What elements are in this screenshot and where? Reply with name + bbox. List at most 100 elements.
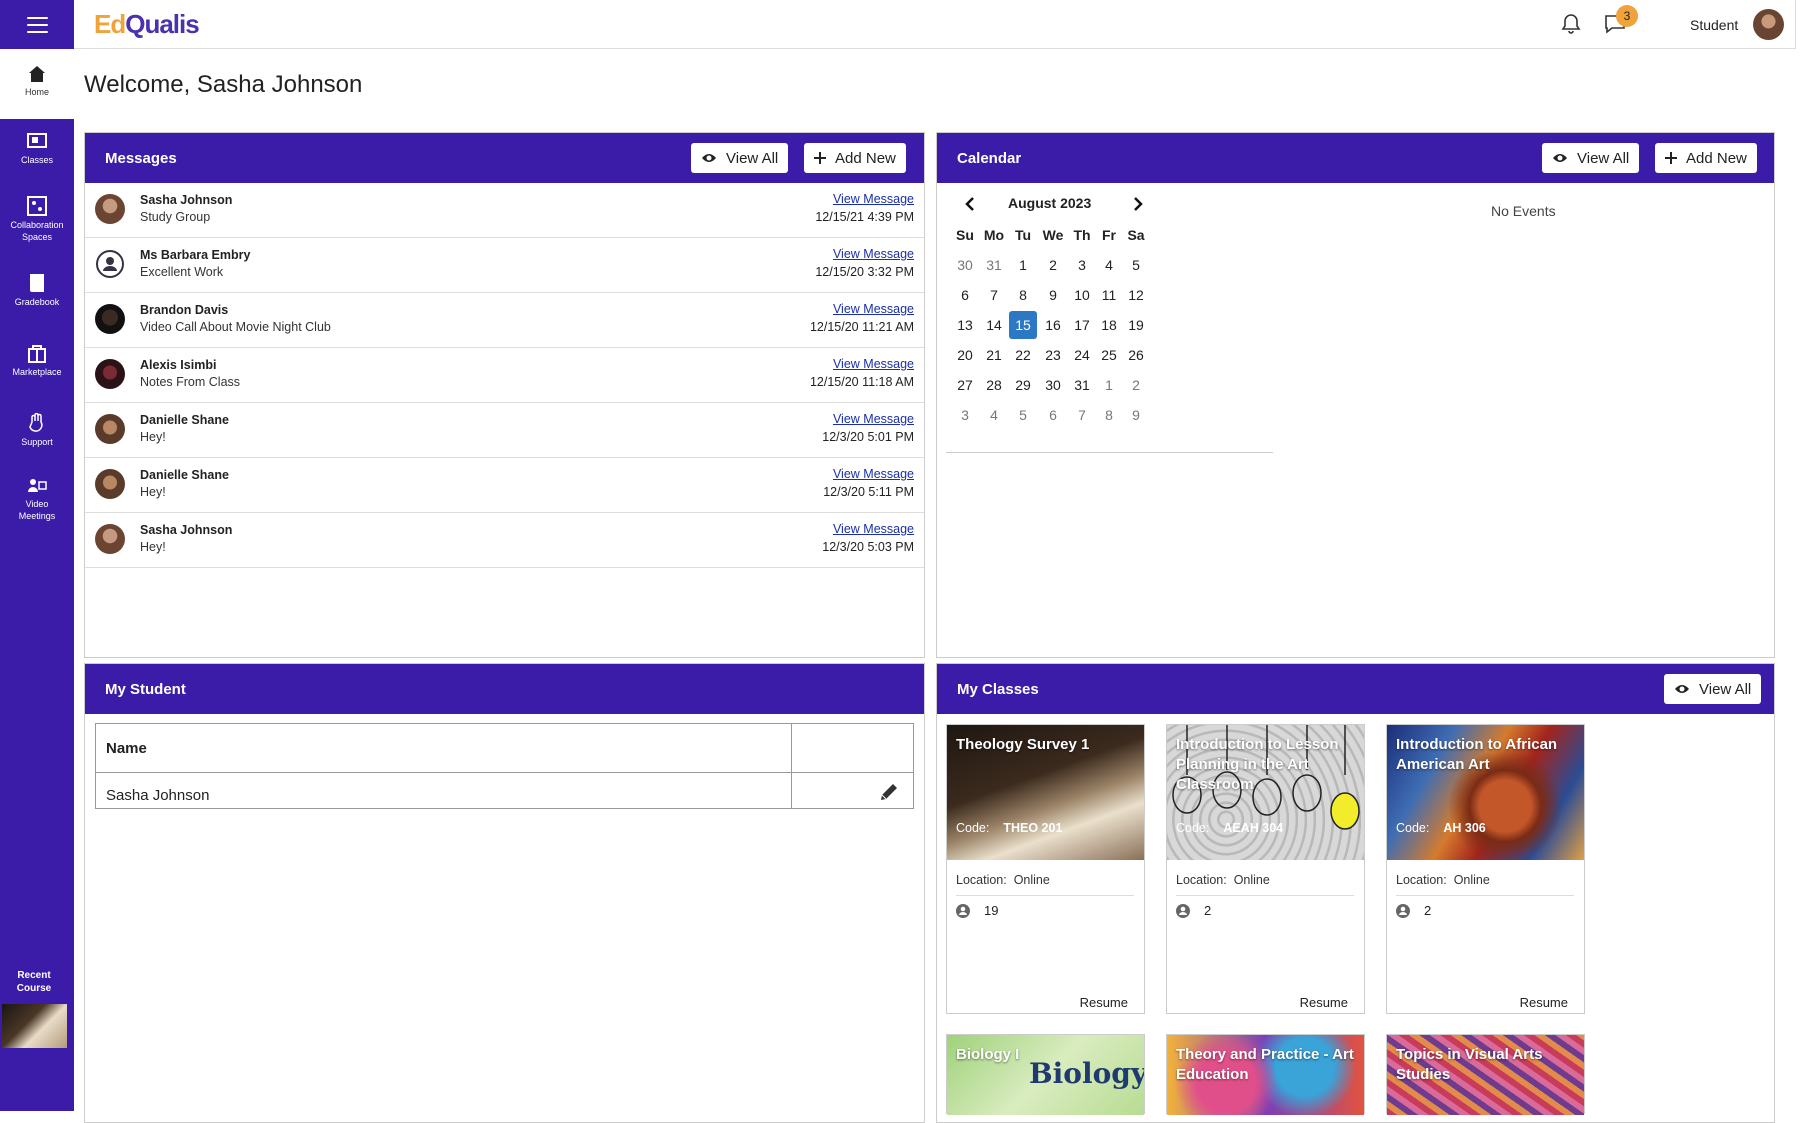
- message-row[interactable]: Danielle Shane Hey! View Message 12/3/20…: [85, 403, 924, 458]
- resume-link[interactable]: Resume: [1520, 995, 1568, 1010]
- view-message-link[interactable]: View Message: [833, 522, 914, 536]
- classes-view-all-button[interactable]: View All: [1664, 674, 1762, 704]
- calendar-day[interactable]: 3: [951, 401, 979, 429]
- class-card[interactable]: Theology Survey 1 Code: THEO 201 Location…: [946, 724, 1145, 1014]
- calendar-day[interactable]: 20: [951, 341, 979, 369]
- calendar-day[interactable]: 4: [980, 401, 1008, 429]
- sidebar-item-home[interactable]: Home: [0, 49, 74, 119]
- view-message-link[interactable]: View Message: [833, 357, 914, 371]
- avatar: [95, 469, 125, 499]
- calendar-day[interactable]: 9: [1039, 281, 1067, 309]
- view-message-link[interactable]: View Message: [833, 247, 914, 261]
- calendar-day[interactable]: 10: [1068, 281, 1096, 309]
- view-message-link[interactable]: View Message: [833, 302, 914, 316]
- message-row[interactable]: Danielle Shane Hey! View Message 12/3/20…: [85, 458, 924, 513]
- message-sender: Danielle Shane: [140, 468, 229, 482]
- sidebar-item-collaboration-spaces[interactable]: Collaboration Spaces: [0, 196, 74, 248]
- calendar-day[interactable]: 30: [1039, 371, 1067, 399]
- logo[interactable]: EdQualis: [94, 9, 200, 40]
- class-card-image: Biology Biology I: [947, 1035, 1144, 1115]
- sidebar-item-classes[interactable]: Classes: [0, 133, 74, 183]
- calendar-day[interactable]: 16: [1039, 311, 1067, 339]
- calendar-add-new-button[interactable]: Add New: [1655, 143, 1757, 173]
- messages-header: Messages View All Add New: [85, 133, 924, 183]
- view-message-link[interactable]: View Message: [833, 192, 914, 206]
- calendar-day[interactable]: 2: [1039, 251, 1067, 279]
- calendar-day[interactable]: 30: [951, 251, 979, 279]
- calendar-day[interactable]: 28: [980, 371, 1008, 399]
- calendar-day[interactable]: 12: [1122, 281, 1150, 309]
- sidebar-item-gradebook[interactable]: Gradebook: [0, 273, 74, 313]
- sidebar-item-video-meetings[interactable]: Video Meetings: [0, 477, 74, 527]
- weekday-header: Tu: [1014, 227, 1032, 243]
- message-row[interactable]: Sasha Johnson Study Group View Message 1…: [85, 183, 924, 238]
- user-role[interactable]: Student: [1690, 17, 1738, 33]
- chevron-right-icon[interactable]: [1133, 197, 1143, 211]
- calendar-day[interactable]: 8: [1009, 281, 1037, 309]
- sidebar-item-support[interactable]: Support: [0, 413, 74, 453]
- calendar-day[interactable]: 6: [951, 281, 979, 309]
- calendar-day[interactable]: 19: [1122, 311, 1150, 339]
- student-name-cell: Sasha Johnson: [106, 787, 210, 804]
- class-card[interactable]: Theory and Practice - Art Education: [1166, 1034, 1365, 1115]
- message-row[interactable]: Ms Barbara Embry Excellent Work View Mes…: [85, 238, 924, 293]
- hamburger-icon: [26, 16, 48, 33]
- calendar-day[interactable]: 5: [1009, 401, 1037, 429]
- calendar-day[interactable]: 17: [1068, 311, 1096, 339]
- message-row[interactable]: Alexis Isimbi Notes From Class View Mess…: [85, 348, 924, 403]
- calendar-day[interactable]: 31: [1068, 371, 1096, 399]
- recent-course-thumbnail[interactable]: [2, 1004, 67, 1048]
- class-card[interactable]: Topics in Visual Arts Studies: [1386, 1034, 1585, 1115]
- calendar-day[interactable]: 5: [1122, 251, 1150, 279]
- calendar-day[interactable]: 23: [1039, 341, 1067, 369]
- calendar-day[interactable]: 11: [1095, 281, 1123, 309]
- calendar-day[interactable]: 22: [1009, 341, 1037, 369]
- calendar-day[interactable]: 13: [951, 311, 979, 339]
- calendar-day-selected[interactable]: 15: [1009, 311, 1037, 339]
- menu-toggle-button[interactable]: [0, 0, 74, 49]
- class-card-image: Topics in Visual Arts Studies: [1387, 1035, 1584, 1115]
- resume-link[interactable]: Resume: [1300, 995, 1348, 1010]
- message-date: 12/15/20 11:21 AM: [809, 320, 914, 334]
- calendar-day[interactable]: 27: [951, 371, 979, 399]
- calendar-day[interactable]: 2: [1122, 371, 1150, 399]
- calendar-day[interactable]: 1: [1095, 371, 1123, 399]
- resume-link[interactable]: Resume: [1080, 995, 1128, 1010]
- calendar-day[interactable]: 14: [980, 311, 1008, 339]
- calendar-day[interactable]: 25: [1095, 341, 1123, 369]
- calendar-day[interactable]: 21: [980, 341, 1008, 369]
- calendar-day[interactable]: 31: [980, 251, 1008, 279]
- sidebar-item-marketplace[interactable]: Marketplace: [0, 343, 74, 383]
- class-card[interactable]: Introduction to Lesson Planning in the A…: [1166, 724, 1365, 1014]
- top-bar: EdQualis 3 Student: [74, 0, 1796, 49]
- calendar-view-all-button[interactable]: View All: [1542, 143, 1640, 173]
- calendar-day[interactable]: 26: [1122, 341, 1150, 369]
- avatar[interactable]: [1753, 9, 1784, 40]
- calendar-day[interactable]: 7: [980, 281, 1008, 309]
- calendar-day[interactable]: 7: [1068, 401, 1096, 429]
- message-row[interactable]: Sasha Johnson Hey! View Message 12/3/20 …: [85, 513, 924, 568]
- bell-icon[interactable]: [1560, 13, 1582, 35]
- calendar-day[interactable]: 1: [1009, 251, 1037, 279]
- messages-view-all-button[interactable]: View All: [691, 143, 789, 173]
- calendar-nav: August 2023: [945, 193, 1150, 217]
- calendar-day[interactable]: 8: [1095, 401, 1123, 429]
- calendar-day[interactable]: 9: [1122, 401, 1150, 429]
- calendar-day[interactable]: 6: [1039, 401, 1067, 429]
- view-message-link[interactable]: View Message: [833, 412, 914, 426]
- class-title: Topics in Visual Arts Studies: [1396, 1046, 1543, 1083]
- messages-add-new-button[interactable]: Add New: [804, 143, 906, 173]
- calendar-day[interactable]: 18: [1095, 311, 1123, 339]
- view-message-link[interactable]: View Message: [833, 467, 914, 481]
- class-card[interactable]: Biology Biology I: [946, 1034, 1145, 1115]
- calendar-day[interactable]: 3: [1068, 251, 1096, 279]
- calendar-day[interactable]: 24: [1068, 341, 1096, 369]
- message-row[interactable]: Brandon Davis Video Call About Movie Nig…: [85, 293, 924, 348]
- class-card[interactable]: Introduction to African American Art Cod…: [1386, 724, 1585, 1014]
- calendar-day[interactable]: 4: [1095, 251, 1123, 279]
- pencil-icon[interactable]: [878, 781, 900, 803]
- calendar-day[interactable]: 29: [1009, 371, 1037, 399]
- chevron-left-icon[interactable]: [965, 197, 975, 211]
- column-header-name: Name: [106, 740, 147, 757]
- user-icon: [956, 903, 970, 918]
